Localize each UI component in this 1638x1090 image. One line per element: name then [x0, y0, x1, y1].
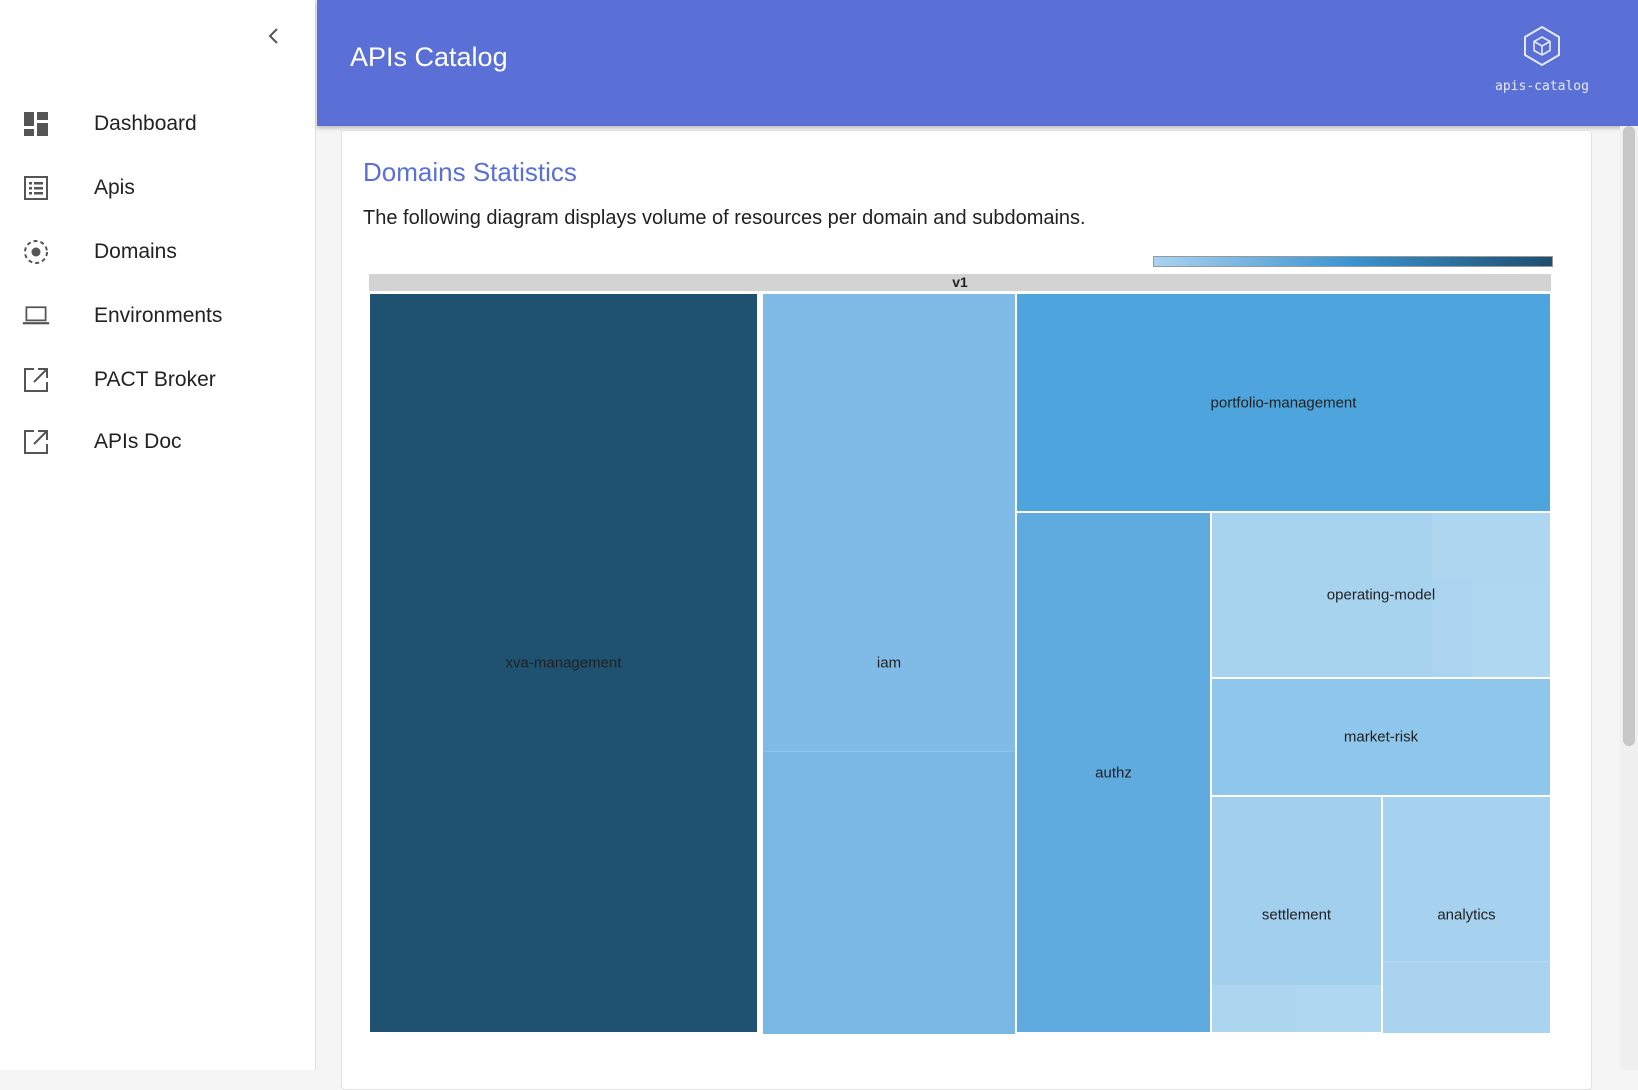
- subdomain-tile: [1383, 961, 1550, 1033]
- subdomain-tile: [1212, 985, 1296, 1032]
- collapse-sidebar-button[interactable]: [258, 20, 290, 52]
- subdomain-tile: [1432, 513, 1550, 579]
- tile-label: market-risk: [1343, 728, 1419, 746]
- dashboard-icon: [22, 110, 50, 138]
- tile-label: iam: [876, 654, 902, 672]
- tile-label: settlement: [1261, 906, 1332, 923]
- tile-label: authz: [1095, 764, 1132, 781]
- tile-label: analytics: [1437, 906, 1496, 923]
- sidebar-item-label: Environments: [94, 304, 223, 327]
- sidebar: Dashboard Apis Domains Environments PACT…: [0, 0, 316, 1070]
- treemap-root-label[interactable]: v1: [369, 274, 1551, 291]
- treemap-tile-iam[interactable]: iam: [762, 293, 1016, 1034]
- domains-statistics-card: Domains Statistics The following diagram…: [341, 130, 1592, 1090]
- treemap-tile-xva-management[interactable]: xva-management: [369, 293, 758, 1033]
- brand-logo[interactable]: apis-catalog: [1487, 24, 1597, 94]
- treemap-tile-operating-model[interactable]: operating-model: [1211, 512, 1551, 678]
- sidebar-item-apis-doc[interactable]: APIs Doc: [0, 414, 316, 470]
- card-title: Domains Statistics: [363, 157, 577, 187]
- app-header: APIs Catalog apis-catalog: [317, 0, 1638, 126]
- color-scale-legend: [1153, 256, 1553, 267]
- sidebar-item-label: APIs Doc: [94, 430, 182, 453]
- sidebar-item-domains[interactable]: Domains: [0, 224, 316, 280]
- sidebar-item-label: PACT Broker: [94, 368, 216, 391]
- external-link-icon: [22, 428, 50, 456]
- treemap-tile-authz[interactable]: authz: [1016, 512, 1211, 1033]
- scrollbar-thumb[interactable]: [1623, 126, 1635, 746]
- external-link-icon: [22, 366, 50, 394]
- treemap-tile-portfolio-management[interactable]: portfolio-management: [1016, 293, 1551, 512]
- treemap-tile-analytics[interactable]: analytics: [1382, 796, 1551, 1033]
- sidebar-item-pact-broker[interactable]: PACT Broker: [0, 352, 316, 408]
- subdomain-tile: [1296, 985, 1381, 1032]
- list-icon: [22, 174, 50, 202]
- sidebar-item-apis[interactable]: Apis: [0, 160, 316, 216]
- chevron-left-icon: [268, 28, 278, 44]
- card-description: The following diagram displays volume of…: [363, 207, 1086, 229]
- treemap-tile-market-risk[interactable]: market-risk: [1211, 678, 1551, 796]
- sidebar-item-label: Dashboard: [94, 112, 197, 135]
- sidebar-item-label: Domains: [94, 240, 177, 263]
- domains-icon: [22, 238, 50, 266]
- domains-treemap: xva-management iam portfolio-management …: [369, 293, 1551, 1034]
- tile-label: operating-model: [1326, 586, 1436, 604]
- page-scrollbar[interactable]: [1620, 126, 1638, 1070]
- treemap-tile-settlement[interactable]: settlement: [1211, 796, 1382, 1033]
- laptop-icon: [22, 302, 50, 330]
- tile-label: xva-management: [505, 654, 622, 672]
- cube-logo-icon: [1524, 25, 1560, 67]
- brand-text: apis-catalog: [1495, 79, 1589, 94]
- sidebar-item-environments[interactable]: Environments: [0, 288, 316, 344]
- sidebar-item-dashboard[interactable]: Dashboard: [0, 96, 316, 152]
- tile-label: portfolio-management: [1210, 394, 1357, 411]
- sidebar-item-label: Apis: [94, 176, 135, 199]
- subdomain-tile: [763, 751, 1015, 1034]
- page-title: APIs Catalog: [350, 42, 508, 72]
